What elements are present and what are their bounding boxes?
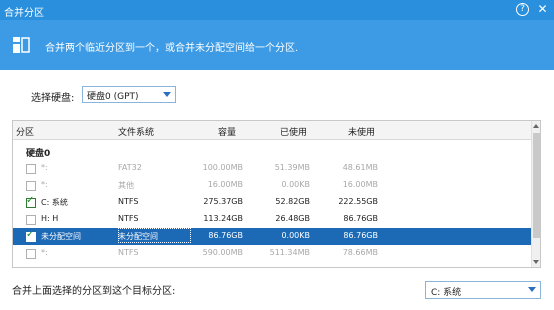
partition-filesystem: 其他 bbox=[118, 181, 134, 190]
partition-name: *: bbox=[41, 248, 48, 257]
partition-unused: 48.61MB bbox=[342, 163, 378, 172]
partition-used: 0.00KB bbox=[281, 180, 310, 189]
partition-name: 未分配空间 bbox=[41, 232, 81, 241]
partition-filesystem: NTFS bbox=[118, 214, 139, 223]
disk-group-row: 硬盘0 bbox=[13, 143, 531, 160]
disk-select-value: 硬盘0 (GPT) bbox=[87, 92, 139, 102]
table-row[interactable]: *: 其他 16.00MB 0.00KB 16.00MB bbox=[13, 177, 531, 194]
partition-checkbox[interactable] bbox=[26, 195, 36, 208]
partition-name: *: bbox=[41, 163, 48, 172]
chevron-down-icon[interactable] bbox=[163, 92, 171, 97]
merge-target-select[interactable]: C: 系统 bbox=[425, 281, 541, 299]
banner-description: 合并两个临近分区到一个，或合并未分配空间给一个分区. bbox=[45, 43, 299, 54]
partition-used: 52.82GB bbox=[275, 197, 310, 206]
partition-checkbox[interactable] bbox=[26, 164, 36, 174]
close-icon[interactable]: ✕ bbox=[536, 3, 549, 16]
partition-unused: 78.66MB bbox=[342, 248, 378, 257]
disk-group-label: 硬盘0 bbox=[26, 149, 51, 159]
partition-used: 0.00KB bbox=[281, 231, 310, 240]
partition-checkbox[interactable] bbox=[26, 249, 36, 259]
partition-name: *: bbox=[41, 180, 48, 189]
merge-target-label: 合并上面选择的分区到这个目标分区: bbox=[12, 286, 176, 297]
partition-table: 分区 文件系统 容量 已使用 未使用 硬盘0 *: FAT32 100.00MB 51… bbox=[12, 120, 541, 268]
partition-unused: 222.55GB bbox=[338, 197, 378, 206]
chevron-down-icon[interactable] bbox=[528, 287, 536, 292]
col-header-filesystem[interactable]: 文件系统 bbox=[118, 125, 154, 138]
partition-filesystem: FAT32 bbox=[118, 163, 142, 172]
partition-checkbox[interactable] bbox=[26, 229, 36, 242]
partition-capacity: 16.00MB bbox=[207, 180, 243, 189]
col-header-used[interactable]: 已使用 bbox=[280, 125, 307, 138]
info-banner: 合并两个临近分区到一个，或合并未分配空间给一个分区. bbox=[0, 20, 554, 70]
partition-unused: 16.00MB bbox=[342, 180, 378, 189]
partition-capacity: 86.76GB bbox=[208, 231, 243, 240]
disk-select[interactable]: 硬盘0 (GPT) bbox=[82, 86, 176, 103]
table-row[interactable]: *: FAT32 100.00MB 51.39MB 48.61MB bbox=[13, 160, 531, 177]
partition-filesystem: NTFS bbox=[118, 197, 139, 206]
title-bar: 合并分区 ? ✕ bbox=[0, 0, 554, 20]
table-row[interactable]: *: NTFS 590.00MB 511.34MB 78.66MB bbox=[13, 245, 531, 262]
scroll-up-icon[interactable] bbox=[533, 124, 539, 128]
table-header: 分区 文件系统 容量 已使用 未使用 bbox=[13, 121, 540, 140]
partition-unused: 86.76GB bbox=[343, 214, 378, 223]
scroll-down-icon[interactable] bbox=[533, 260, 539, 264]
col-header-capacity[interactable]: 容量 bbox=[218, 125, 236, 138]
partition-used: 26.48GB bbox=[275, 214, 310, 223]
table-row[interactable]: C: 系统 NTFS 275.37GB 52.82GB 222.55GB bbox=[13, 194, 531, 211]
help-icon[interactable]: ? bbox=[516, 3, 529, 16]
partition-unused: 86.76GB bbox=[343, 231, 378, 240]
partition-capacity: 590.00MB bbox=[202, 248, 243, 257]
window-title: 合并分区 bbox=[4, 8, 44, 19]
partition-capacity: 113.24GB bbox=[203, 214, 243, 223]
partition-filesystem: NTFS bbox=[118, 248, 139, 257]
partition-used: 511.34MB bbox=[269, 248, 310, 257]
partition-name: H: H bbox=[41, 214, 59, 223]
merge-partition-icon bbox=[13, 37, 30, 53]
table-row[interactable]: 未分配空间未分配空间86.76GB0.00KB86.76GB bbox=[13, 228, 531, 245]
disk-select-label: 选择硬盘: bbox=[31, 93, 75, 104]
focus-outline bbox=[118, 228, 191, 243]
scroll-thumb[interactable] bbox=[533, 133, 540, 238]
partition-used: 51.39MB bbox=[274, 163, 310, 172]
merge-target-value: C: 系统 bbox=[431, 288, 462, 298]
vertical-scrollbar[interactable] bbox=[531, 121, 540, 267]
col-header-unused[interactable]: 未使用 bbox=[348, 125, 375, 138]
partition-capacity: 275.37GB bbox=[203, 197, 243, 206]
partition-name: C: 系统 bbox=[41, 198, 68, 207]
col-header-partition[interactable]: 分区 bbox=[16, 125, 34, 138]
partition-checkbox[interactable] bbox=[26, 181, 36, 191]
partition-checkbox[interactable] bbox=[26, 215, 36, 225]
table-row[interactable]: H: H NTFS 113.24GB 26.48GB 86.76GB bbox=[13, 211, 531, 228]
partition-capacity: 100.00MB bbox=[202, 163, 243, 172]
